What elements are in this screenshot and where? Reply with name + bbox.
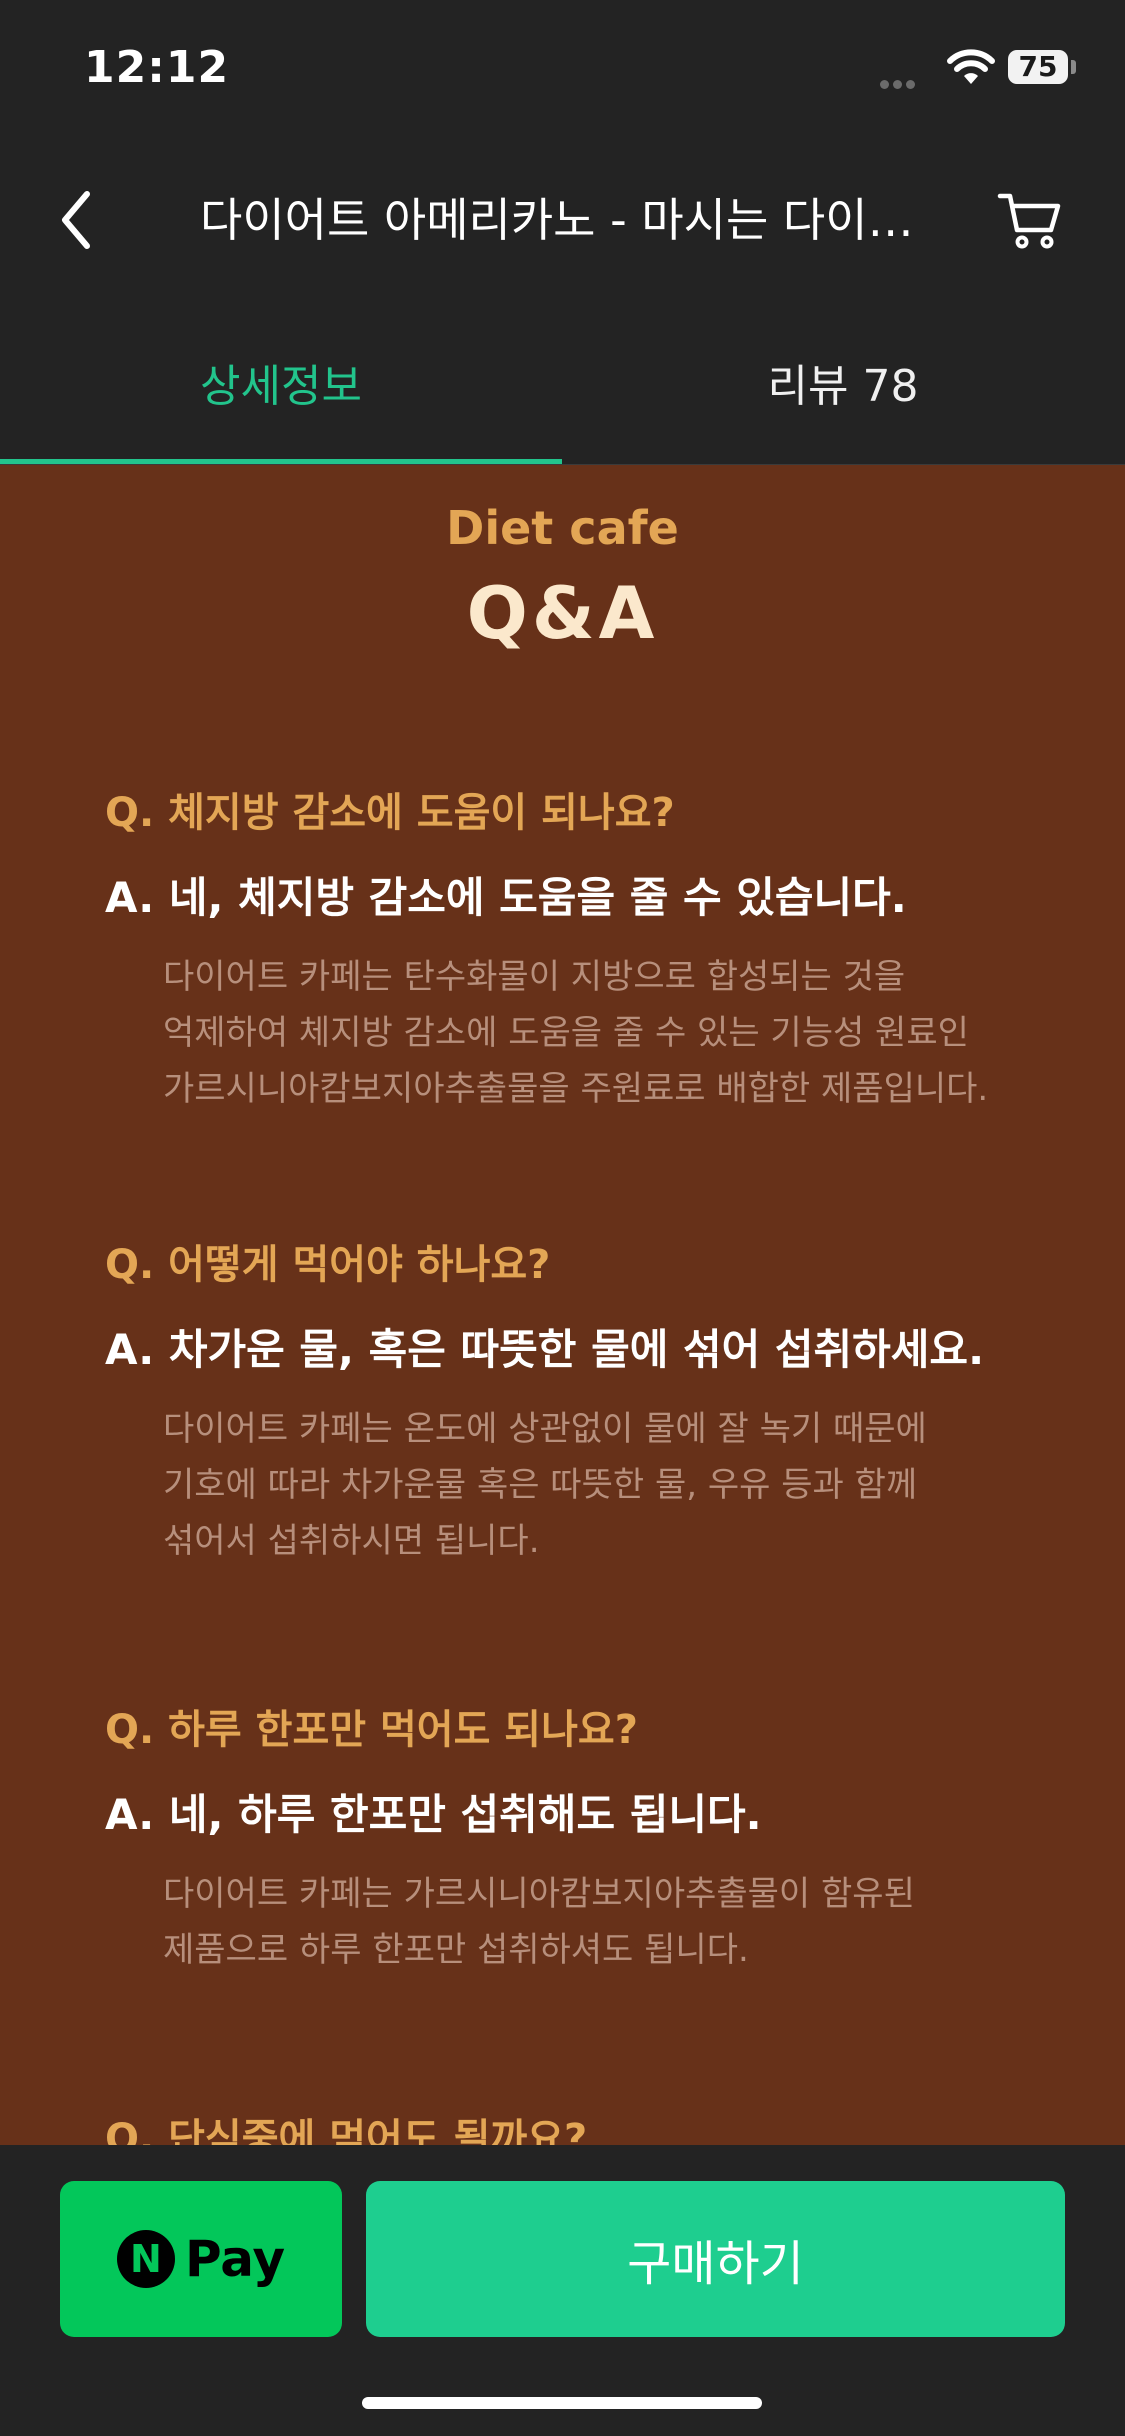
active-tab-indicator [0, 459, 562, 464]
wifi-icon [946, 48, 996, 88]
qa-item: Q. 체지방 감소에 도움이 되나요? A. 네, 체지방 감소에 도움을 줄 … [105, 783, 1065, 1117]
status-bar: 12:12 75 [0, 0, 1125, 140]
question: Q. 체지방 감소에 도움이 되나요? [105, 790, 675, 836]
answer-body-line: 가르시니아캄보지아추출물을 주원료로 배합한 제품입니다. [163, 1069, 989, 1109]
qa-item: Q. 어떻게 먹어야 하나요? A. 차가운 물, 혹은 따뜻한 물에 섞어 섭… [105, 1235, 1065, 1569]
naver-pay-logo-icon: N [116, 2230, 175, 2288]
question: Q. 하루 한포만 먹어도 되나요? [105, 1707, 638, 1753]
question: Q. 단식중에 먹어도 될까요? [105, 2116, 588, 2145]
cart-button[interactable] [990, 180, 1070, 260]
tab-bar: 상세정보 리뷰 78 [0, 300, 1125, 465]
answer-body-line: 제품으로 하루 한포만 섭취하셔도 됩니다. [163, 1930, 749, 1970]
cart-icon [997, 193, 1061, 249]
status-time: 12:12 [84, 42, 230, 93]
answer-body: 다이어트 카페는 온도에 상관없이 물에 잘 녹기 때문에 기호에 따라 차가운… [105, 1401, 1065, 1569]
home-indicator [362, 2397, 762, 2409]
npay-label: Pay [184, 2230, 286, 2288]
back-button[interactable] [40, 180, 110, 260]
purchase-bar: N Pay 구매하기 [0, 2145, 1125, 2436]
answer-body: 다이어트 카페는 탄수화물이 지방으로 합성되는 것을 억제하여 체지방 감소에… [105, 949, 1065, 1117]
battery-icon: 75 [1008, 50, 1068, 84]
answer-body-line: 기호에 따라 차가운물 혹은 따뜻한 물, 우유 등과 함께 [163, 1465, 918, 1505]
npay-button[interactable]: N Pay [60, 2181, 342, 2337]
chevron-left-icon [62, 191, 90, 249]
tab-detail[interactable]: 상세정보 [0, 300, 562, 464]
qa-item: Q. 단식중에 먹어도 될까요? [105, 2109, 1065, 2145]
qa-item: Q. 하루 한포만 먹어도 되나요? A. 네, 하루 한포만 섭취해도 됩니다… [105, 1700, 1065, 1978]
answer-body-line: 다이어트 카페는 가르시니아캄보지아추출물이 함유된 [163, 1874, 915, 1914]
nav-bar: 다이어트 아메리카노 - 마시는 다이어트 커피 [0, 140, 1125, 300]
answer-body-line: 다이어트 카페는 탄수화물이 지방으로 합성되는 것을 [163, 957, 906, 997]
question: Q. 어떻게 먹어야 하나요? [105, 1242, 551, 1288]
page-title: 다이어트 아메리카노 - 마시는 다이어트 커피 [200, 193, 920, 247]
qa-title: Q&A [466, 571, 659, 655]
answer-body-line: 다이어트 카페는 온도에 상관없이 물에 잘 녹기 때문에 [163, 1409, 927, 1449]
answer: A. 네, 체지방 감소에 도움을 줄 수 있습니다. [105, 873, 907, 922]
answer-body: 다이어트 카페는 가르시니아캄보지아추출물이 함유된 제품으로 하루 한포만 섭… [105, 1866, 1065, 1978]
answer: A. 차가운 물, 혹은 따뜻한 물에 섞어 섭취하세요. [105, 1325, 985, 1374]
tab-review[interactable]: 리뷰 78 [562, 300, 1124, 464]
brand-subtitle: Diet cafe [446, 501, 679, 555]
buy-button[interactable]: 구매하기 [366, 2181, 1065, 2337]
cellular-signal-icon [880, 74, 920, 89]
answer-body-line: 섞어서 섭취하시면 됩니다. [163, 1521, 540, 1561]
answer-body-line: 억제하여 체지방 감소에 도움을 줄 수 있는 기능성 원료인 [163, 1013, 969, 1053]
product-detail-content[interactable]: Diet cafe Q&A Q. 체지방 감소에 도움이 되나요? A. 네, … [0, 465, 1125, 2145]
battery-nub [1071, 60, 1076, 74]
answer: A. 네, 하루 한포만 섭취해도 됩니다. [105, 1790, 762, 1839]
